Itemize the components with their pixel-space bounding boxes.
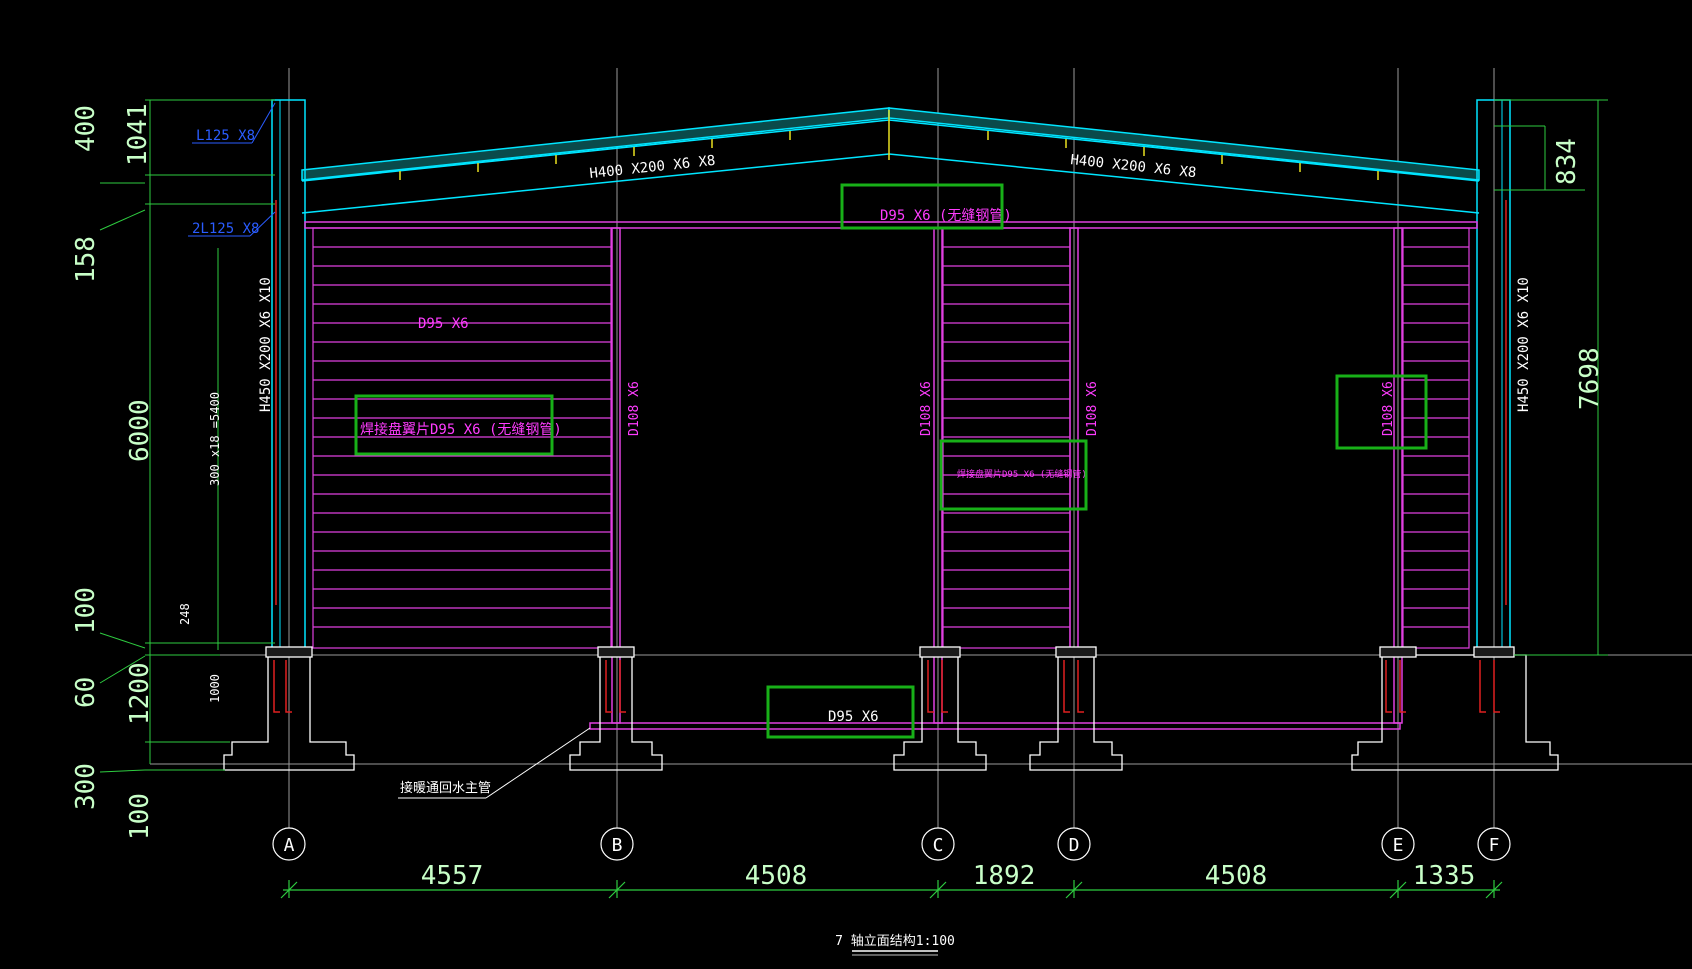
bottom-pipe — [485, 722, 1401, 799]
dim-60: 60 — [71, 677, 101, 708]
axis-label-a: A — [284, 835, 295, 856]
highlight-boxes — [354, 183, 1428, 739]
col-d108-e-label: D108 X6 — [1381, 381, 1396, 436]
dim-400: 400 — [71, 105, 101, 152]
grid-lines — [150, 68, 1692, 830]
main-columns: H450 X200 X6 X10 H450 X200 X6 X10 L125 X… — [188, 99, 1532, 649]
cad-elevation-drawing: H400 X200 X6 X8 H400 X200 X6 X8 H450 X20… — [0, 0, 1692, 969]
angle-label-2: 2L125 X8 — [192, 221, 259, 237]
dim-834: 834 — [1552, 138, 1582, 185]
dim-100-upper: 100 — [71, 587, 101, 634]
dim-300: 300 — [71, 763, 101, 810]
col-d108-b-label: D108 X6 — [627, 381, 642, 436]
dim-spacing: 300 x18 =5400 — [208, 392, 222, 486]
dim-158: 158 — [71, 236, 101, 283]
roof: H400 X200 X6 X8 H400 X200 X6 X8 — [301, 107, 1480, 214]
dim-1041: 1041 — [123, 103, 153, 166]
dim-248: 248 — [178, 603, 192, 625]
axis-label-b: B — [612, 835, 623, 856]
dim-4508-right: 4508 — [1205, 861, 1268, 891]
axis-label-e: E — [1393, 835, 1404, 856]
foundations — [223, 646, 1559, 771]
dim-1000: 1000 — [208, 674, 222, 703]
dim-7698: 7698 — [1575, 347, 1605, 410]
dim-4508-left: 4508 — [745, 861, 808, 891]
axis-label-f: F — [1489, 835, 1500, 856]
d95-panel-label: D95 X6 — [418, 316, 469, 332]
dim-1892: 1892 — [973, 861, 1036, 891]
axis-label-d: D — [1069, 835, 1080, 856]
top-beam-label: D95 X6 (无缝钢管) — [880, 208, 1012, 224]
axis-label-c: C — [933, 835, 944, 856]
drawing-title: 7 轴立面结构1:100 — [835, 934, 955, 949]
dim-4557: 4557 — [421, 861, 484, 891]
dim-100-lower: 100 — [125, 793, 155, 840]
panel-group-c — [942, 227, 1071, 649]
angle-label-1: L125 X8 — [196, 128, 255, 144]
rafter-right-label: H400 X200 X6 X8 — [1070, 152, 1197, 181]
column-right-label: H450 X200 X6 X10 — [1516, 277, 1532, 412]
bottom-pipe-label: D95 X6 — [828, 709, 879, 725]
panel-group-e — [1402, 227, 1470, 649]
dim-1200: 1200 — [125, 662, 155, 725]
panel-mid-label: 焊接盘翼片D95 X6 (无缝钢管) — [957, 468, 1087, 480]
dim-1335: 1335 — [1413, 861, 1476, 891]
panel-left-label: 焊接盘翼片D95 X6 (无缝钢管) — [360, 421, 562, 438]
col-d108-c-label: D108 X6 — [919, 381, 934, 436]
dim-6000: 6000 — [125, 399, 155, 462]
column-left-label: H450 X200 X6 X10 — [258, 277, 274, 412]
return-pipe-label: 接暖通回水主管 — [400, 780, 491, 796]
col-d108-d-label: D108 X6 — [1085, 381, 1100, 436]
axis-bubbles — [272, 827, 1511, 861]
panel-group-a — [312, 227, 612, 649]
